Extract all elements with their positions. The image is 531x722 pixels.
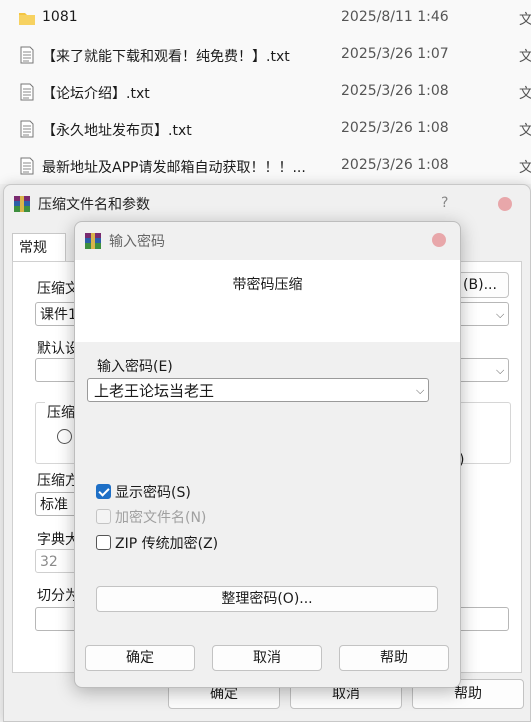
file-name: 1081 (42, 9, 78, 25)
file-type: 文 (519, 160, 531, 176)
password-ok-button[interactable]: 确定 (85, 645, 195, 671)
chevron-down-icon: ⌵ (416, 384, 425, 397)
file-type: 文 (519, 12, 531, 28)
show-password-checkbox[interactable] (96, 484, 111, 499)
password-label: 输入密码(E) (97, 359, 173, 375)
password-header: 带密码压缩 (75, 260, 460, 342)
file-date: 2025/8/11 1:46 (341, 9, 449, 25)
dictionary-value: 32 (40, 554, 58, 570)
encrypt-filenames-checkbox[interactable] (96, 509, 111, 524)
format-group-label: 压缩 (45, 402, 77, 422)
split-label: 切分为 (37, 588, 79, 604)
organize-passwords-button[interactable]: 整理密码(O)... (96, 586, 438, 612)
text-file-icon (20, 83, 34, 101)
password-heading: 带密码压缩 (232, 277, 303, 293)
zip-legacy-checkbox[interactable] (96, 535, 111, 550)
text-file-icon (20, 157, 34, 175)
file-name: 【永久地址发布页】.txt (42, 123, 192, 139)
show-password-label: 显示密码(S) (115, 485, 191, 501)
file-row[interactable]: 最新地址及APP请发邮箱自动获取！！！... 2025/3/26 1:08 文 (0, 148, 531, 185)
file-date: 2025/3/26 1:08 (341, 120, 449, 136)
archive-name-value: 课件1 (40, 307, 77, 323)
file-date: 2025/3/26 1:08 (341, 157, 449, 173)
file-explorer-list: 1081 2025/8/11 1:46 文 【来了就能下载和观看！纯免费！】.t… (0, 0, 531, 184)
encrypt-filenames-label: 加密文件名(N) (115, 510, 207, 526)
archive-name-label: 压缩文 (37, 281, 79, 297)
close-icon[interactable] (432, 233, 446, 247)
main-titlebar[interactable]: 压缩文件名和参数 ? (4, 185, 530, 223)
text-file-icon (20, 46, 34, 64)
password-combobox[interactable]: 上老王论坛当老王 ⌵ (87, 378, 429, 402)
file-row[interactable]: 【论坛介绍】.txt 2025/3/26 1:08 文 (0, 74, 531, 111)
password-help-button[interactable]: 帮助 (339, 645, 449, 671)
winrar-icon (14, 196, 30, 212)
file-row[interactable]: 【永久地址发布页】.txt 2025/3/26 1:08 文 (0, 111, 531, 148)
file-type: 文 (519, 49, 531, 65)
file-type: 文 (519, 86, 531, 102)
file-row[interactable]: 【来了就能下载和观看！纯免费！】.txt 2025/3/26 1:07 文 (0, 37, 531, 74)
profile-label: 默认设 (37, 341, 79, 357)
password-dialog-title: 输入密码 (109, 234, 165, 250)
format-radio[interactable] (57, 429, 72, 444)
help-question-icon[interactable]: ? (441, 195, 448, 211)
close-icon[interactable] (498, 197, 512, 211)
folder-icon (19, 13, 35, 25)
method-label: 压缩方 (37, 473, 79, 489)
file-date: 2025/3/26 1:07 (341, 46, 449, 62)
file-name: 【论坛介绍】.txt (42, 86, 150, 102)
chevron-down-icon: ⌵ (496, 364, 505, 377)
password-cancel-button[interactable]: 取消 (212, 645, 322, 671)
zip-legacy-label: ZIP 传统加密(Z) (115, 536, 219, 552)
method-value: 标准 (40, 497, 68, 513)
dictionary-label: 字典大 (37, 532, 79, 548)
dialog-title: 压缩文件名和参数 (38, 197, 150, 213)
password-titlebar[interactable]: 输入密码 (75, 222, 460, 260)
file-name: 最新地址及APP请发邮箱自动获取！！！... (42, 160, 306, 176)
file-row[interactable]: 1081 2025/8/11 1:46 文 (0, 0, 531, 37)
file-type: 文 (519, 123, 531, 139)
tab-general[interactable]: 常规 (12, 233, 66, 262)
password-dialog: 输入密码 带密码压缩 输入密码(E) 上老王论坛当老王 ⌵ 显示密码(S) 加密… (74, 221, 461, 688)
file-date: 2025/3/26 1:08 (341, 83, 449, 99)
file-name: 【来了就能下载和观看！纯免费！】.txt (42, 49, 290, 65)
winrar-icon (85, 233, 101, 249)
text-file-icon (20, 120, 34, 138)
chevron-down-icon: ⌵ (496, 308, 505, 321)
password-value: 上老王论坛当老王 (94, 382, 215, 400)
